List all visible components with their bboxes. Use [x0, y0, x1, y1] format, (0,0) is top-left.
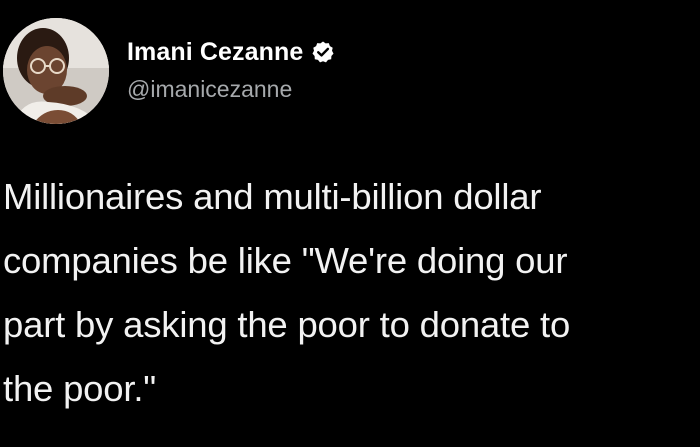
verified-badge-icon	[311, 40, 335, 64]
tweet-card: Imani Cezanne @imanicezanne Millionaires…	[0, 0, 700, 447]
name-row: Imani Cezanne	[127, 34, 335, 70]
avatar-photo	[3, 18, 109, 124]
tweet-header: Imani Cezanne @imanicezanne	[127, 34, 335, 103]
user-handle[interactable]: @imanicezanne	[127, 76, 335, 103]
display-name[interactable]: Imani Cezanne	[127, 38, 303, 67]
avatar[interactable]	[3, 18, 109, 124]
tweet-body-text: Millionaires and multi-billion dollar co…	[3, 176, 571, 409]
